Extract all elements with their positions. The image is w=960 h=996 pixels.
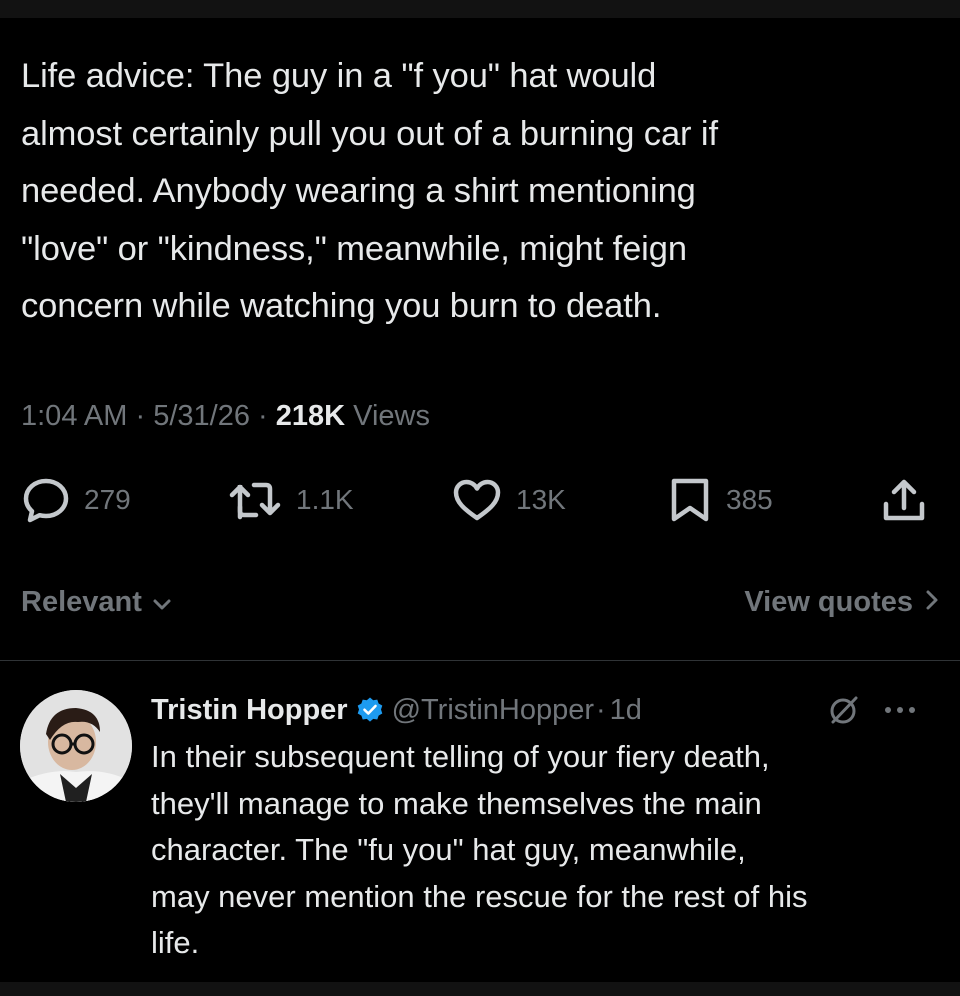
- like-count: 13K: [516, 484, 566, 515]
- sort-replies-dropdown[interactable]: Relevant: [21, 580, 172, 624]
- tweet-time[interactable]: 1:04 AM: [21, 400, 127, 432]
- section-divider: [0, 660, 960, 661]
- meta-separator: ·: [258, 400, 268, 432]
- sort-label: Relevant: [21, 585, 142, 618]
- reply-author-handle[interactable]: @TristinHopper: [392, 694, 594, 727]
- bookmark-button[interactable]: 385: [668, 474, 773, 526]
- replies-sort-row: Relevant View quotes: [21, 580, 939, 624]
- view-quotes-label: View quotes: [744, 585, 913, 618]
- bookmark-count: 385: [726, 484, 773, 515]
- reply-text: In their subsequent telling of your fier…: [151, 739, 808, 960]
- reply-author-name[interactable]: Tristin Hopper: [151, 694, 348, 727]
- handle-separator: ·: [596, 693, 606, 726]
- repost-count: 1.1K: [296, 484, 354, 515]
- reply-header-actions: [826, 690, 916, 730]
- reply-header: Tristin Hopper @TristinHopper · 1d: [151, 688, 642, 732]
- tweet-meta: 1:04 AM · 5/31/26 · 218K Views: [21, 396, 430, 436]
- views-count[interactable]: 218K: [276, 400, 345, 432]
- reply-count: 279: [84, 484, 131, 515]
- reply-age[interactable]: 1d: [610, 694, 642, 727]
- share-icon: [880, 476, 928, 524]
- chevron-down-icon: [152, 586, 172, 619]
- tweet-date[interactable]: 5/31/26: [153, 400, 250, 432]
- reply-icon: [22, 477, 70, 523]
- avatar[interactable]: [20, 690, 132, 802]
- like-icon: [452, 477, 502, 523]
- grok-icon[interactable]: [826, 692, 862, 728]
- repost-button[interactable]: 1.1K: [228, 474, 354, 526]
- chevron-right-icon: [925, 586, 939, 619]
- view-quotes-link[interactable]: View quotes: [744, 580, 939, 624]
- bottom-frame-band: [0, 982, 960, 996]
- tweet-action-bar: 279 1.1K 13K 385: [0, 474, 960, 526]
- share-button[interactable]: [880, 474, 928, 526]
- verified-badge-icon: [356, 696, 384, 724]
- top-frame-band: [0, 0, 960, 18]
- repost-icon: [228, 477, 282, 523]
- like-button[interactable]: 13K: [452, 474, 566, 526]
- reply-button[interactable]: 279: [22, 474, 131, 526]
- bookmark-icon: [668, 477, 712, 523]
- tweet-text: Life advice: The guy in a "f you" hat wo…: [21, 57, 718, 325]
- more-options-icon[interactable]: [884, 705, 916, 715]
- views-label[interactable]: Views: [353, 400, 430, 432]
- meta-separator: ·: [135, 400, 146, 432]
